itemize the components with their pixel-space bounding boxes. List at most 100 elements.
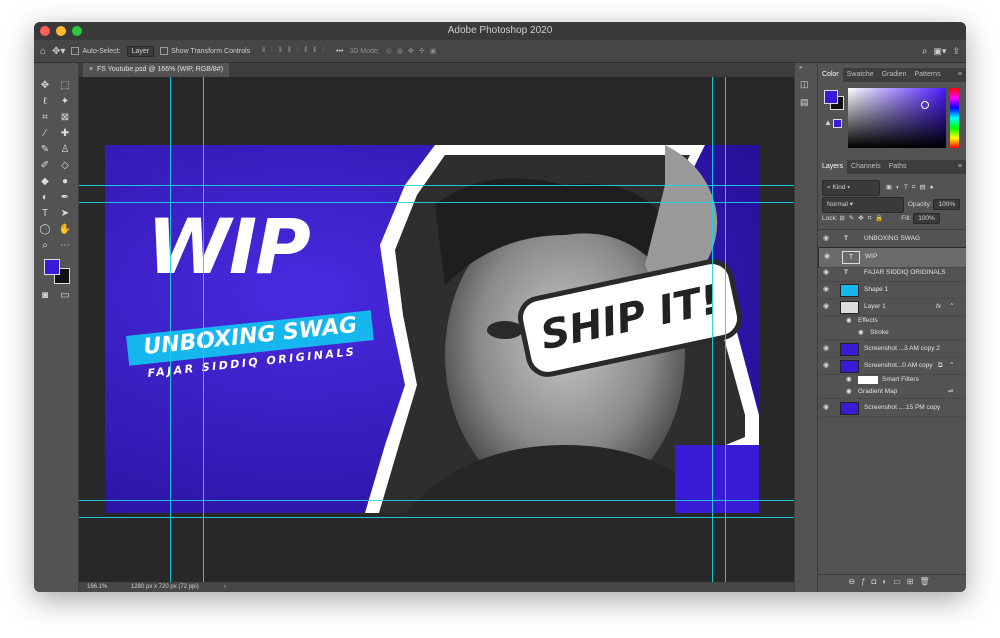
canvas-area[interactable]: WIP UNBOXING SWAG FAJAR SIDDIQ ORIGINALS… [79, 77, 794, 582]
gradient-map-eye-icon[interactable]: ◉ [846, 386, 852, 398]
zoom-tool-icon[interactable]: ⌕ [38, 239, 52, 253]
new-group-icon[interactable]: ▭ [893, 577, 907, 586]
new-layer-icon[interactable]: ⊞ [907, 577, 920, 586]
link-layers-icon[interactable]: ⊖ [848, 577, 861, 586]
marquee-tool-icon[interactable]: ⬚ [58, 79, 72, 93]
more-tools-icon[interactable]: ⋯ [58, 239, 72, 253]
screen-mode-icon[interactable]: ▭ [58, 289, 72, 303]
3d-mode-icons[interactable]: ◎◍✥✣▣ [386, 47, 442, 55]
filter-type-icons[interactable]: ▣◐T⌗▤● [886, 184, 938, 191]
fx-icon[interactable]: fx [936, 298, 941, 315]
fx-menu-icon[interactable]: ƒ [861, 577, 871, 586]
auto-select-dropdown[interactable]: Layer [126, 45, 155, 57]
document-tab[interactable]: × FS Youtube.psd @ 166% (WIP, RGB/8#) [83, 63, 230, 77]
paint-bucket-icon[interactable]: ◆ [38, 175, 52, 189]
healing-brush-icon[interactable]: ✚ [58, 127, 72, 141]
guide-line-horizontal[interactable] [79, 517, 794, 518]
auto-select-checkbox[interactable] [71, 47, 80, 55]
close-tab-icon[interactable]: × [89, 66, 93, 73]
layer-row[interactable]: ◉ T UNBOXING SWAG [818, 230, 966, 248]
quick-mask-icon[interactable]: ◙ [38, 289, 52, 303]
type-tool-icon[interactable]: T [38, 207, 52, 221]
expand-chevron-icon[interactable]: ⌃ [949, 298, 954, 315]
lasso-tool-icon[interactable]: ℓ [38, 95, 52, 109]
guide-line-horizontal[interactable] [79, 500, 794, 501]
minimize-window-button[interactable] [56, 26, 66, 36]
tab-paths[interactable]: Paths [885, 160, 911, 174]
properties-panel-icon[interactable]: ▤ [800, 97, 809, 108]
smart-filters-eye-icon[interactable]: ◉ [846, 374, 852, 386]
workspace-icon[interactable]: ▣▾ [933, 46, 946, 57]
filter-options-icon[interactable]: ⇌ [948, 386, 953, 398]
move-tool-icon[interactable]: ✥ [38, 79, 52, 93]
web-safe-swatch[interactable] [833, 119, 842, 128]
tab-layers[interactable]: Layers [818, 160, 848, 174]
visibility-eye-icon[interactable]: ◉ [823, 230, 829, 247]
layer-row[interactable]: ◉ Layer 1 fx ⌃ [818, 298, 966, 316]
stroke-eye-icon[interactable]: ◉ [858, 327, 864, 339]
history-panel-icon[interactable]: ◫ [800, 79, 809, 90]
gamut-warning-icon[interactable]: ▲ [824, 118, 832, 127]
headline-text[interactable]: WIP [147, 207, 311, 287]
panel-menu-icon[interactable]: ≡ [954, 68, 966, 82]
adjustment-layer-icon[interactable]: ◐ [882, 577, 893, 586]
frame-tool-icon[interactable]: ⊠ [58, 111, 72, 125]
guide-line-vertical[interactable] [203, 77, 204, 582]
align-icons[interactable]: ⫴⫶⫴⫴⫶⫴⫴⫶ [262, 47, 330, 55]
layer-row[interactable]: ◉ Shape 1 [818, 281, 966, 299]
close-window-button[interactable] [40, 26, 50, 36]
expand-chevron-icon[interactable]: ⌃ [949, 357, 954, 374]
guide-line-vertical[interactable] [712, 77, 713, 582]
tab-swatches[interactable]: Swatche [843, 68, 878, 82]
gradient-map-row[interactable]: ◉ Gradient Map ⇌ [818, 386, 966, 399]
panel-menu-icon[interactable]: ≡ [954, 160, 966, 174]
pen-tool-icon[interactable]: ✒ [58, 191, 72, 205]
visibility-eye-icon[interactable]: ◉ [823, 264, 829, 281]
share-icon[interactable]: ⇪ [952, 46, 960, 57]
delete-layer-icon[interactable]: 🗑 [919, 577, 935, 586]
tab-patterns[interactable]: Patterns [911, 68, 945, 82]
opacity-input[interactable]: 100% [933, 199, 961, 210]
more-options-icon[interactable]: ••• [336, 48, 343, 55]
blend-mode-dropdown[interactable]: Normal ▾ [822, 197, 904, 213]
status-chevron-icon[interactable]: › [224, 582, 226, 592]
path-select-icon[interactable]: ➤ [58, 207, 72, 221]
visibility-eye-icon[interactable]: ◉ [823, 298, 829, 315]
history-brush-icon[interactable]: ✐ [38, 159, 52, 173]
lock-icons[interactable]: ⊞✎✥⌗🔒 [839, 215, 887, 222]
color-panel-foreground-swatch[interactable] [824, 90, 838, 104]
visibility-eye-icon[interactable]: ◉ [823, 357, 829, 374]
move-tool-icon[interactable]: ✥▾ [52, 46, 65, 57]
show-transform-checkbox[interactable] [160, 47, 169, 55]
effects-row[interactable]: ◉ Effects [818, 315, 966, 327]
guide-line-vertical[interactable] [170, 77, 171, 582]
visibility-eye-icon[interactable]: ◉ [823, 281, 829, 298]
layer-row[interactable]: ◉ T FAJAR SIDDIQ ORIGINALS [818, 264, 966, 282]
add-mask-icon[interactable]: ◘ [872, 577, 883, 586]
eraser-tool-icon[interactable]: ◇ [58, 159, 72, 173]
hand-tool-icon[interactable]: ✋ [58, 223, 72, 237]
layer-row[interactable]: ◉ Screenshot...0 AM copy ⧉ ⌃ [818, 357, 966, 375]
collapse-panels-icon[interactable]: » [799, 65, 802, 71]
tab-gradients[interactable]: Gradien [878, 68, 911, 82]
hue-slider[interactable] [950, 88, 959, 148]
crop-tool-icon[interactable]: ⌗ [38, 111, 52, 125]
guide-line-vertical[interactable] [725, 77, 726, 582]
stroke-effect-row[interactable]: ◉ Stroke [818, 327, 966, 340]
search-icon[interactable]: ⌕ [922, 46, 928, 57]
ellipse-tool-icon[interactable]: ◯ [38, 223, 52, 237]
layer-row[interactable]: ◉ Screenshot ...3 AM copy 2 [818, 340, 966, 358]
visibility-eye-icon[interactable]: ◉ [823, 399, 829, 416]
fill-input[interactable]: 100% [913, 213, 940, 224]
tab-channels[interactable]: Channels [847, 160, 885, 174]
blur-tool-icon[interactable]: ● [58, 175, 72, 189]
zoom-level[interactable]: 166.1% [87, 582, 107, 592]
brush-tool-icon[interactable]: ✎ [38, 143, 52, 157]
visibility-eye-icon[interactable]: ◉ [823, 340, 829, 357]
layer-row[interactable]: ◉ Screenshot ....15 PM copy [818, 399, 966, 417]
stamp-tool-icon[interactable]: ♙ [58, 143, 72, 157]
home-icon[interactable]: ⌂ [40, 46, 46, 57]
filter-kind-dropdown[interactable]: ⌕ Kind ▾ [822, 180, 880, 196]
zoom-window-button[interactable] [72, 26, 82, 36]
color-picker-field[interactable] [848, 88, 946, 148]
